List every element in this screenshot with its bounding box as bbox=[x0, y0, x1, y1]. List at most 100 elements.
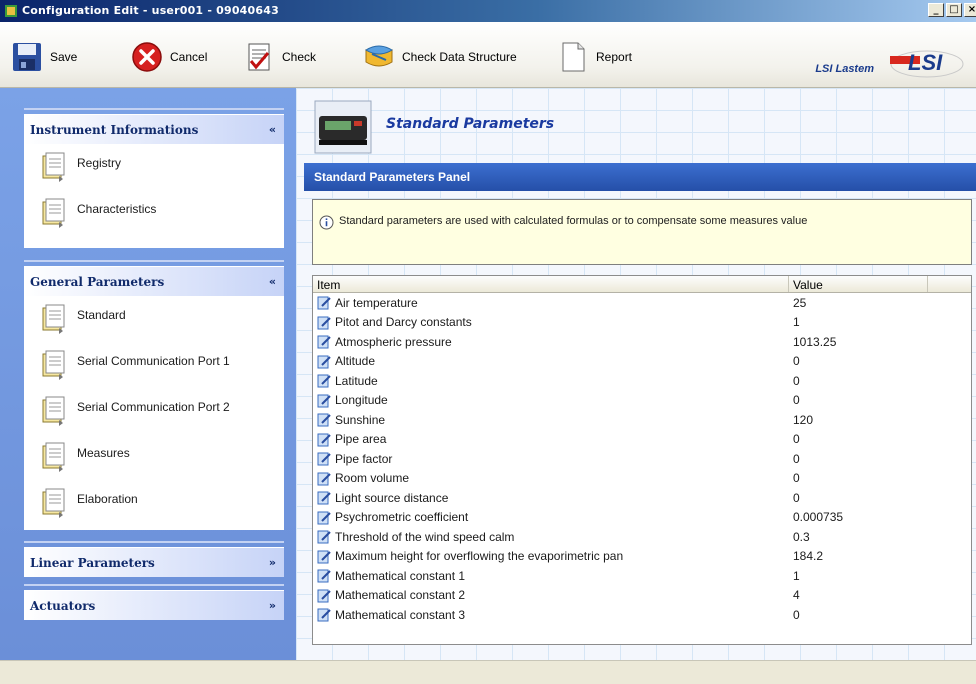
row-value[interactable]: 4 bbox=[789, 588, 928, 602]
table-row[interactable]: Light source distance 0 bbox=[313, 488, 971, 508]
title-bar: Configuration Edit - user001 - 09040643 … bbox=[0, 0, 976, 22]
row-value[interactable]: 1 bbox=[789, 315, 928, 329]
table-body: Air temperature 25 Pitot and Darcy constan… bbox=[313, 293, 971, 625]
sidebar-item-characteristics[interactable]: Characteristics bbox=[24, 190, 284, 236]
table-row[interactable]: Pitot and Darcy constants 1 bbox=[313, 313, 971, 333]
table-row[interactable]: Pipe area 0 bbox=[313, 430, 971, 450]
cell-item: Mathematical constant 1 bbox=[313, 568, 789, 583]
row-value[interactable]: 1 bbox=[789, 569, 928, 583]
table-row[interactable]: Latitude 0 bbox=[313, 371, 971, 391]
column-header-item[interactable]: Item bbox=[313, 276, 789, 292]
sidebar-item-label: Serial Communication Port 1 bbox=[77, 354, 230, 368]
row-value[interactable]: 0 bbox=[789, 608, 928, 622]
document-icon bbox=[42, 304, 65, 334]
row-value[interactable]: 0.000735 bbox=[789, 510, 928, 524]
row-value[interactable]: 0 bbox=[789, 471, 928, 485]
chevron-down-icon: » bbox=[268, 556, 276, 569]
column-header-filler bbox=[928, 276, 971, 292]
group-header-general-parameters[interactable]: General Parameters « bbox=[24, 266, 284, 296]
row-value[interactable]: 184.2 bbox=[789, 549, 928, 563]
sidebar-item-serial-port-1[interactable]: Serial Communication Port 1 bbox=[24, 342, 284, 388]
group-header-instrument-informations[interactable]: Instrument Informations « bbox=[24, 114, 284, 144]
sidebar-item-serial-port-2[interactable]: Serial Communication Port 2 bbox=[24, 388, 284, 434]
cell-item: Sunshine bbox=[313, 412, 789, 427]
check-data-structure-button[interactable]: Check Data Structure bbox=[362, 39, 517, 75]
row-item-label: Threshold of the wind speed calm bbox=[335, 529, 515, 544]
row-value[interactable]: 120 bbox=[789, 413, 928, 427]
check-data-structure-label: Check Data Structure bbox=[402, 50, 517, 64]
edit-parameter-icon bbox=[317, 491, 331, 505]
row-value[interactable]: 0 bbox=[789, 491, 928, 505]
edit-parameter-icon bbox=[317, 472, 331, 486]
group-header-linear-parameters[interactable]: Linear Parameters » bbox=[24, 547, 284, 577]
table-row[interactable]: Atmospheric pressure 1013.25 bbox=[313, 332, 971, 352]
cell-item: Room volume bbox=[313, 471, 789, 486]
edit-parameter-icon bbox=[317, 550, 331, 564]
row-value[interactable]: 0 bbox=[789, 432, 928, 446]
sidebar-item-registry[interactable]: Registry bbox=[24, 144, 284, 190]
table-row[interactable]: Mathematical constant 3 0 bbox=[313, 605, 971, 625]
sidebar-item-standard[interactable]: Standard bbox=[24, 296, 284, 342]
cancel-label: Cancel bbox=[170, 50, 208, 64]
table-row[interactable]: Air temperature 25 bbox=[313, 293, 971, 313]
page-title: Standard Parameters bbox=[386, 116, 555, 132]
row-value[interactable]: 25 bbox=[789, 296, 928, 310]
row-item-label: Altitude bbox=[335, 354, 376, 369]
column-header-value[interactable]: Value bbox=[789, 276, 928, 292]
chevron-up-icon: « bbox=[268, 275, 276, 288]
table-row[interactable]: Mathematical constant 1 1 bbox=[313, 566, 971, 586]
table-row[interactable]: Room volume 0 bbox=[313, 469, 971, 489]
row-item-label: Longitude bbox=[335, 393, 388, 408]
app-icon bbox=[5, 5, 17, 17]
page-header: Standard Parameters bbox=[314, 100, 554, 160]
table-row[interactable]: Longitude 0 bbox=[313, 391, 971, 411]
cell-item: Pipe area bbox=[313, 432, 789, 447]
table-row[interactable]: Altitude 0 bbox=[313, 352, 971, 372]
cell-item: Atmospheric pressure bbox=[313, 334, 789, 349]
cell-item: Mathematical constant 2 bbox=[313, 588, 789, 603]
cell-item: Air temperature bbox=[313, 295, 789, 310]
cell-item: Mathematical constant 3 bbox=[313, 607, 789, 622]
main-content: Standard Parameters Standard Parameters … bbox=[296, 88, 976, 660]
table-row[interactable]: Pipe factor 0 bbox=[313, 449, 971, 469]
report-label: Report bbox=[596, 50, 633, 64]
row-value[interactable]: 0 bbox=[789, 374, 928, 388]
table-row[interactable]: Psychrometric coefficient 0.000735 bbox=[313, 508, 971, 528]
edit-parameter-icon bbox=[317, 569, 331, 583]
close-button[interactable]: × bbox=[964, 3, 976, 17]
sidebar-item-measures[interactable]: Measures bbox=[24, 434, 284, 480]
group-header-actuators[interactable]: Actuators » bbox=[24, 590, 284, 620]
save-button[interactable]: Save bbox=[10, 39, 77, 75]
table-row[interactable]: Mathematical constant 2 4 bbox=[313, 586, 971, 606]
minimize-button[interactable]: _ bbox=[928, 3, 944, 17]
row-value[interactable]: 0 bbox=[789, 393, 928, 407]
row-item-label: Mathematical constant 1 bbox=[335, 568, 466, 583]
cancel-button[interactable]: Cancel bbox=[130, 39, 207, 75]
edit-parameter-icon bbox=[317, 608, 331, 622]
table-row[interactable]: Maximum height for overflowing the evapo… bbox=[313, 547, 971, 567]
row-item-label: Maximum height for overflowing the evapo… bbox=[335, 549, 624, 564]
data-structure-icon bbox=[365, 45, 393, 67]
row-item-label: Room volume bbox=[335, 471, 410, 486]
check-button[interactable]: Check bbox=[242, 39, 316, 75]
row-value[interactable]: 1013.25 bbox=[789, 335, 928, 349]
report-button[interactable]: Report bbox=[556, 39, 632, 75]
maximize-button[interactable]: □ bbox=[946, 3, 962, 17]
edit-parameter-icon bbox=[317, 296, 331, 310]
sidebar-item-label: Serial Communication Port 2 bbox=[77, 400, 230, 414]
table-row[interactable]: Sunshine 120 bbox=[313, 410, 971, 430]
cell-item: Threshold of the wind speed calm bbox=[313, 529, 789, 544]
row-item-label: Mathematical constant 3 bbox=[335, 607, 466, 622]
group-title: Linear Parameters bbox=[30, 555, 155, 570]
cell-item: Latitude bbox=[313, 373, 789, 388]
table-row[interactable]: Threshold of the wind speed calm 0.3 bbox=[313, 527, 971, 547]
row-value[interactable]: 0.3 bbox=[789, 530, 928, 544]
row-item-label: Sunshine bbox=[335, 412, 386, 427]
group-general-parameters: General Parameters « Standard Serial Com… bbox=[24, 266, 284, 530]
chevron-up-icon: « bbox=[268, 123, 276, 136]
sidebar-item-elaboration[interactable]: Elaboration bbox=[24, 480, 284, 526]
table-header: Item Value bbox=[313, 276, 971, 293]
row-value[interactable]: 0 bbox=[789, 354, 928, 368]
chevron-down-icon: » bbox=[268, 599, 276, 612]
row-value[interactable]: 0 bbox=[789, 452, 928, 466]
